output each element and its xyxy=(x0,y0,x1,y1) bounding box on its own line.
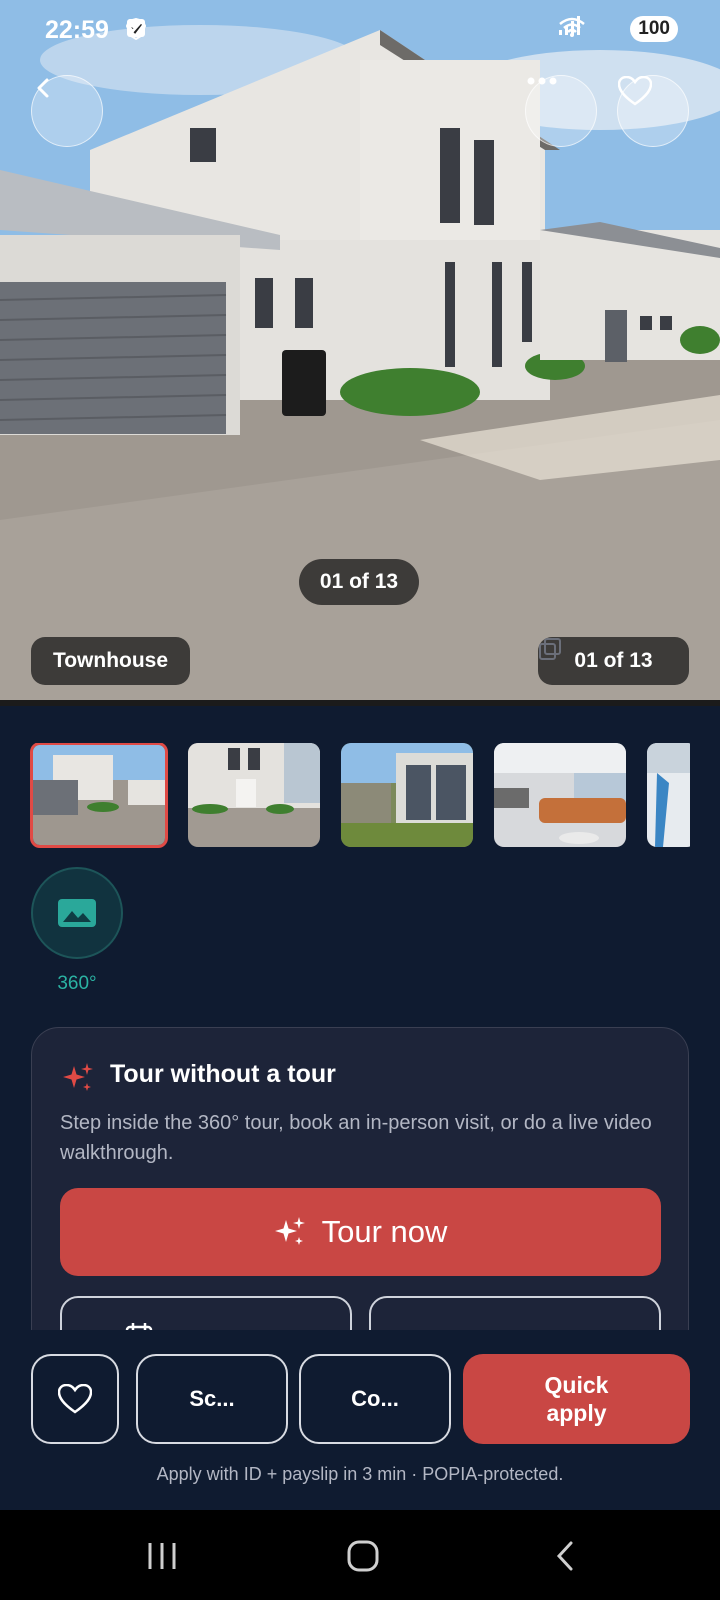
system-back-button[interactable] xyxy=(545,1536,585,1576)
property-type-tag: Townhouse xyxy=(31,637,190,685)
back-button[interactable] xyxy=(31,75,103,147)
quick-apply-button[interactable]: Quick apply xyxy=(463,1354,690,1444)
tour-card-description: Step inside the 360° tour, book an in-pe… xyxy=(60,1112,652,1164)
tour-card-title: Tour without a tour xyxy=(110,1060,336,1088)
notification-icons xyxy=(126,18,250,40)
panorama-360-label: 360° xyxy=(57,973,97,994)
home-icon xyxy=(347,1540,379,1572)
hero-photo[interactable]: 22:59 100 01 of 13 Townhouse 01 of 13 xyxy=(0,0,720,706)
thumbnail-3[interactable] xyxy=(341,743,473,847)
tour-now-label: Tour now xyxy=(321,1214,448,1249)
heart-icon xyxy=(58,1384,92,1414)
back-arrow-icon xyxy=(556,1541,573,1571)
photo-counter-center: 01 of 13 xyxy=(299,559,419,605)
tour-now-button[interactable]: Tour now xyxy=(60,1188,661,1276)
heart-icon xyxy=(618,76,652,106)
gallery-counter-text: 01 of 13 xyxy=(574,649,653,672)
thumbnail-4[interactable] xyxy=(494,743,626,847)
favorite-button[interactable] xyxy=(617,75,689,147)
tour-card: Tour without a tour Step inside the 360°… xyxy=(31,1027,689,1357)
more-options-button[interactable] xyxy=(525,75,597,147)
thumbnail-strip[interactable] xyxy=(30,743,690,849)
status-bar: 22:59 100 xyxy=(0,0,720,64)
gallery-stack-icon xyxy=(539,638,561,660)
gallery-counter-button[interactable]: 01 of 13 xyxy=(538,637,689,685)
chevron-left-icon xyxy=(37,78,49,98)
home-button[interactable] xyxy=(343,1536,383,1576)
check-icon xyxy=(128,18,216,40)
system-status-icons: 100 xyxy=(558,16,678,42)
bottom-action-bar: Sc... Co... Quick apply Apply with ID + … xyxy=(0,1330,720,1510)
image-icon xyxy=(58,899,96,927)
battery-indicator: 100 xyxy=(630,16,678,42)
more-dots-icon xyxy=(527,77,557,85)
thumbnail-5[interactable] xyxy=(647,743,690,847)
thumbnail-2[interactable] xyxy=(188,743,320,847)
signal-icon xyxy=(559,16,620,40)
system-navigation-bar xyxy=(0,1510,720,1600)
recents-icon xyxy=(148,1543,176,1569)
save-favorite-button[interactable] xyxy=(31,1354,119,1444)
thumbnail-1[interactable] xyxy=(30,743,168,848)
sparkles-icon xyxy=(63,1063,93,1091)
apply-note: Apply with ID + payslip in 3 min · POPIA… xyxy=(156,1464,564,1484)
panorama-360-button[interactable] xyxy=(31,867,123,959)
checkbox-icon xyxy=(127,18,182,40)
recents-button[interactable] xyxy=(142,1536,182,1576)
dot-icon xyxy=(127,18,250,40)
contact-button[interactable]: Co... xyxy=(299,1354,451,1444)
schedule-button[interactable]: Sc... xyxy=(136,1354,288,1444)
property-detail-screen: 22:59 100 01 of 13 Townhouse 01 of 13 36… xyxy=(0,0,720,1600)
sparkles-icon xyxy=(274,1217,305,1245)
status-time: 22:59 xyxy=(45,16,109,44)
